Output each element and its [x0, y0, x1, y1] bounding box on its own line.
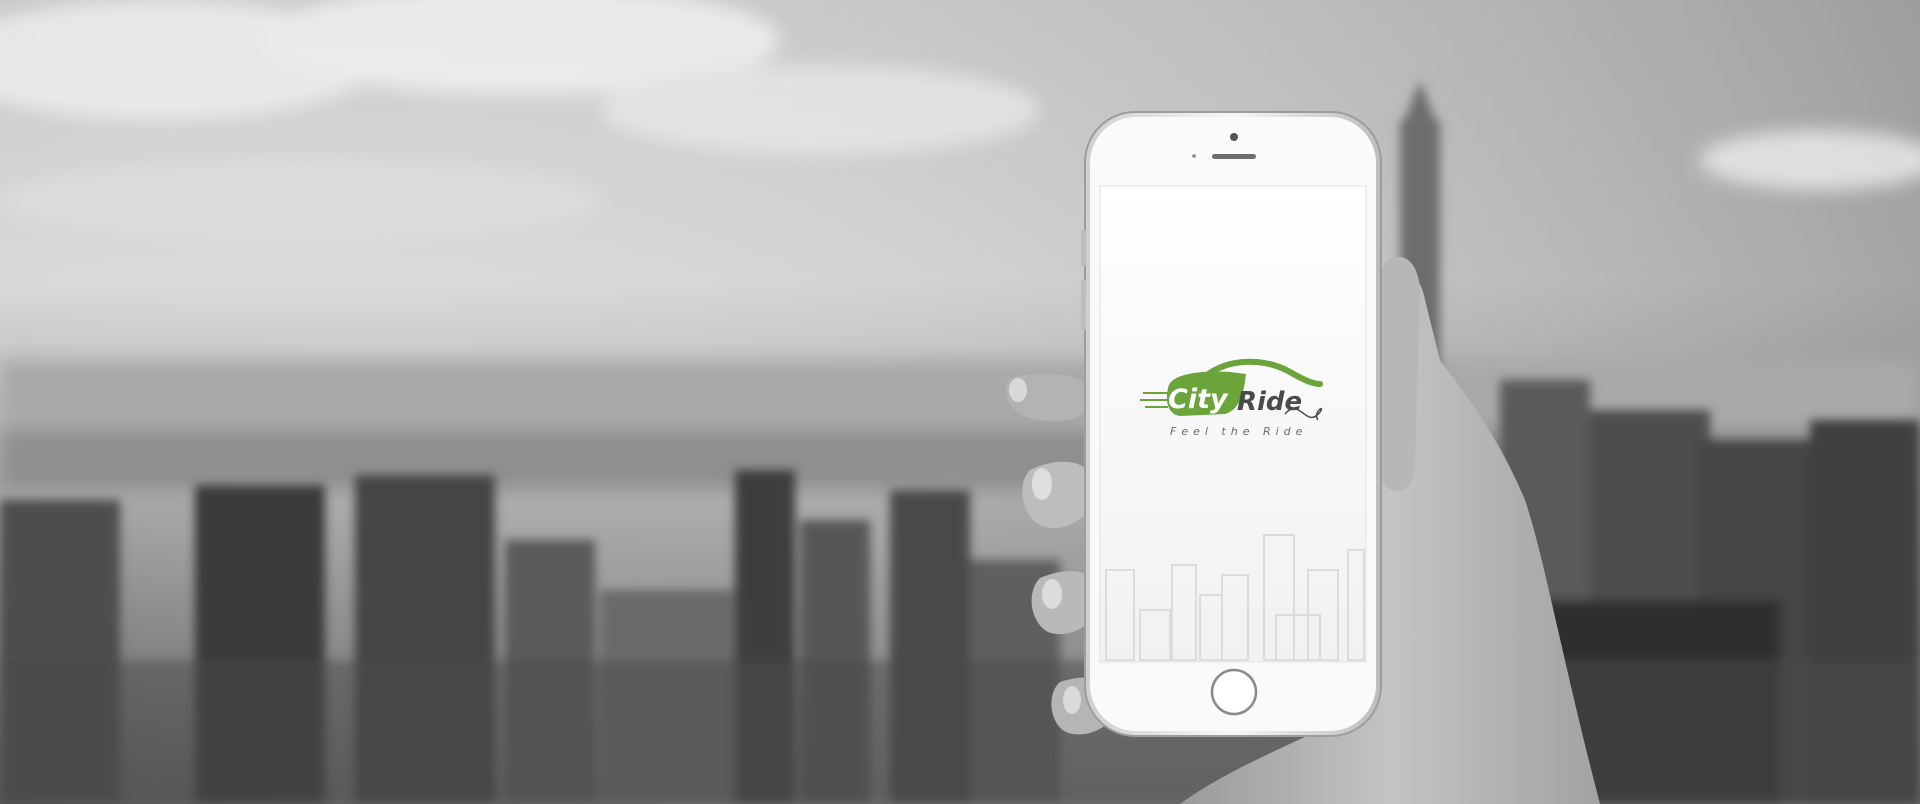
- brand-tagline: Feel the Ride: [1170, 425, 1308, 438]
- phone-screen: [1099, 185, 1367, 663]
- brand-word-city: City: [1168, 384, 1228, 415]
- earpiece-speaker-icon: [1212, 154, 1256, 159]
- home-button-icon[interactable]: [1210, 668, 1258, 716]
- phone-mockup: [1005, 111, 1600, 804]
- brand-word-ride: Ride: [1237, 387, 1303, 417]
- marketing-hero-scene: City Ride Feel the Ride: [0, 0, 1920, 804]
- front-camera-icon: [1230, 133, 1238, 141]
- phone-device: [1081, 111, 1382, 737]
